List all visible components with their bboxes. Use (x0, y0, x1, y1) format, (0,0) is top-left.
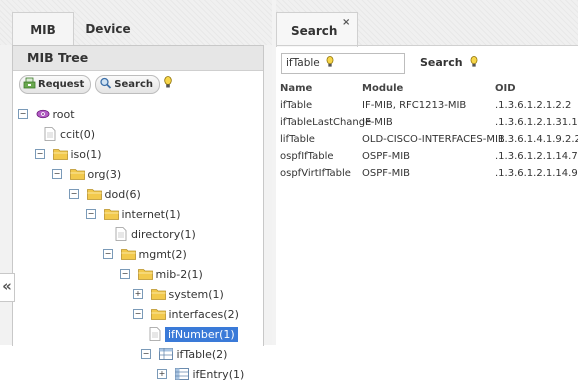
folder-open-icon (52, 149, 68, 160)
tree-node-label: root (52, 108, 75, 121)
cell-name: ospfIfTable (280, 151, 334, 162)
tree-node-label: mgmt(2) (138, 248, 187, 261)
collapse-toggle[interactable]: − (52, 169, 62, 179)
cell-name: ospfVirtIfTable (280, 168, 351, 179)
cell-module: OSPF-MIB (362, 151, 411, 162)
cell-module: IF-MIB, RFC1213-MIB (362, 100, 467, 111)
tree-node-mib-2[interactable]: − mib-2(1) (120, 265, 203, 285)
left-tab-bar: MIB Device (0, 0, 272, 46)
collapse-panel-button[interactable]: « (0, 273, 15, 302)
tree-node-label-selected: ifNumber(1) (165, 327, 238, 342)
tree-node-internet[interactable]: − internet(1) (86, 205, 181, 225)
column-header-module: Module (362, 83, 404, 94)
tree-node-label: ifTable(2) (176, 348, 228, 361)
tree-node-directory[interactable]: directory(1) (115, 225, 196, 245)
close-icon[interactable]: × (342, 5, 350, 41)
cell-oid: .1.3.6.1.2.1.2.2 (495, 100, 572, 111)
cell-name: lifTable (280, 134, 315, 145)
tab-search[interactable]: Search × (276, 12, 358, 47)
mib-tree-panel: MIB Tree Request Search − root ccit(0) −… (12, 45, 264, 381)
search-button-label: Search (420, 56, 463, 69)
leaf-document-icon (44, 127, 56, 141)
collapse-toggle[interactable]: − (103, 249, 113, 259)
tree-node-iso[interactable]: − iso(1) (35, 145, 102, 165)
request-label: Request (38, 79, 85, 90)
collapse-toggle[interactable]: − (141, 349, 151, 359)
tree-node-mgmt[interactable]: − mgmt(2) (103, 245, 187, 265)
tab-search-label: Search (291, 24, 338, 38)
cell-oid: .1.3.6.1.2.1.14.7 (495, 151, 578, 162)
tab-mib[interactable]: MIB (12, 12, 74, 46)
tree-node-ifentry[interactable]: + ifEntry(1) (157, 365, 244, 385)
search-input-value: ifTable (286, 57, 320, 69)
cell-module: OLD-CISCO-INTERFACES-MIB (362, 134, 505, 145)
tree-node-dod[interactable]: − dod(6) (69, 185, 141, 205)
column-header-oid: OID (495, 83, 516, 94)
tree-search-button[interactable]: Search (95, 75, 160, 94)
search-icon (100, 77, 112, 89)
table-icon (158, 348, 173, 360)
right-pane: Search × ifTable Search Name Module OID … (276, 0, 578, 345)
left-pane: MIB Device MIB Tree Request Search − roo… (0, 0, 272, 381)
cell-module: IF-MIB (362, 117, 393, 128)
tab-device[interactable]: Device (78, 12, 138, 45)
collapse-toggle[interactable]: − (18, 109, 28, 119)
collapse-toggle[interactable]: − (133, 309, 143, 319)
tree-node-interfaces[interactable]: − interfaces(2) (133, 305, 239, 325)
lightbulb-icon[interactable] (164, 76, 172, 89)
tree-node-root[interactable]: − root (18, 105, 75, 125)
request-icon (23, 77, 36, 89)
tree-node-system[interactable]: + system(1) (133, 285, 224, 305)
lightbulb-icon (326, 56, 334, 67)
tree-node-label: directory(1) (131, 228, 196, 241)
collapse-toggle[interactable]: − (35, 149, 45, 159)
folder-open-icon (103, 209, 119, 220)
tree-node-label: ccit(0) (60, 128, 96, 141)
tree-node-ccit[interactable]: ccit(0) (44, 125, 95, 145)
lightbulb-icon (471, 56, 478, 67)
tree-node-label: org(3) (87, 168, 122, 181)
root-eye-icon (36, 109, 49, 119)
cell-oid: .1.3.6.1.4.1.9.2.2.1 (495, 134, 578, 145)
collapse-toggle[interactable]: − (86, 209, 96, 219)
tree-node-label: ifEntry(1) (192, 368, 245, 381)
right-tab-bar: Search × (276, 0, 578, 47)
folder-open-icon (86, 189, 102, 200)
column-header-name: Name (280, 83, 313, 94)
collapse-toggle[interactable]: − (69, 189, 79, 199)
tree-node-label: internet(1) (121, 208, 181, 221)
tree-search-label: Search (114, 79, 153, 90)
table-entry-icon (174, 368, 189, 380)
folder-open-icon (69, 169, 85, 180)
tree-node-ifnumber[interactable]: ifNumber(1) (149, 325, 238, 345)
mib-tree-title: MIB Tree (13, 46, 263, 71)
tree-node-label: mib-2(1) (155, 268, 203, 281)
folder-open-icon (150, 309, 166, 320)
folder-open-icon (120, 249, 136, 260)
leaf-document-icon (115, 227, 127, 241)
collapse-toggle[interactable]: − (120, 269, 130, 279)
expand-toggle[interactable]: + (157, 369, 167, 379)
leaf-document-icon (149, 327, 161, 341)
tree-node-org[interactable]: − org(3) (52, 165, 121, 185)
tree-node-label: system(1) (168, 288, 224, 301)
search-input[interactable]: ifTable (281, 53, 405, 74)
tree-node-label: dod(6) (104, 188, 141, 201)
cell-name: ifTable (280, 100, 313, 111)
tree-node-iftable[interactable]: − ifTable(2) (141, 345, 227, 365)
cell-module: OSPF-MIB (362, 168, 411, 179)
cell-oid: .1.3.6.1.2.1.14.9 (495, 168, 578, 179)
mib-tree-toolbar: Request Search (13, 71, 263, 97)
request-button[interactable]: Request (19, 75, 92, 94)
search-button[interactable]: Search (420, 53, 478, 73)
folder-icon (150, 289, 166, 300)
folder-open-icon (137, 269, 153, 280)
tree-node-label: iso(1) (70, 148, 102, 161)
cell-oid: .1.3.6.1.2.1.31.1.5 (495, 117, 578, 128)
search-panel: ifTable Search Name Module OID ifTable I… (276, 45, 578, 346)
tree-node-label: interfaces(2) (168, 308, 239, 321)
cell-name: ifTableLastChange (280, 117, 372, 128)
expand-toggle[interactable]: + (133, 289, 143, 299)
